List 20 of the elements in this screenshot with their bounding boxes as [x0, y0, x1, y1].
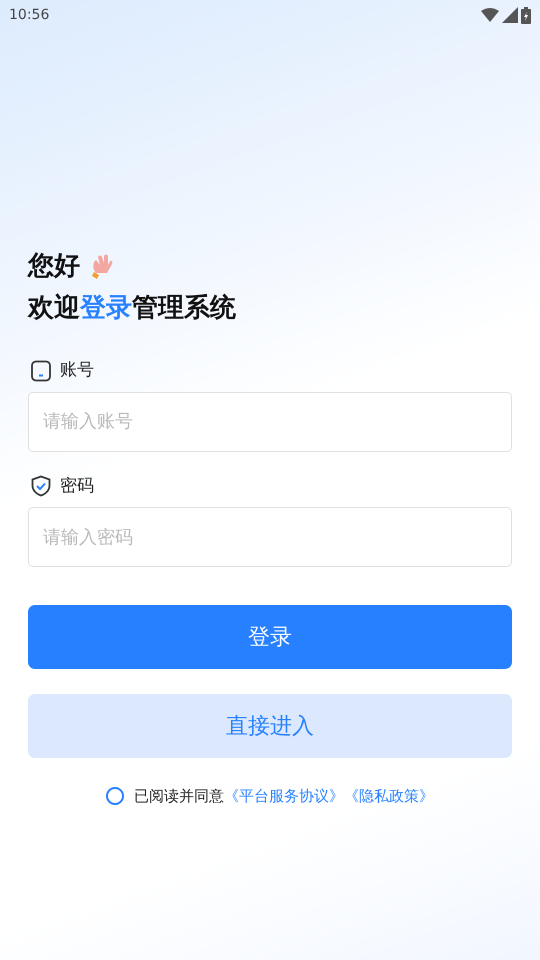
agreement-radio[interactable] — [106, 787, 124, 806]
login-button[interactable]: 登录 — [28, 605, 512, 669]
highlighted-title-text: 登录 — [80, 292, 132, 325]
shield-check-icon — [30, 475, 52, 498]
field-label: 密码 — [60, 474, 94, 498]
battery-icon — [521, 6, 531, 24]
account-field[interactable]: 请输入账号 — [28, 392, 512, 452]
password-field[interactable]: 请输入密码 — [28, 507, 512, 567]
signal-icon — [502, 7, 518, 23]
status-time: 10:56 — [9, 6, 50, 24]
wifi-icon — [481, 8, 499, 22]
direct-entry-button[interactable]: 直接进入 — [28, 694, 512, 758]
agreement-text: 已阅读并同意 — [134, 786, 224, 807]
agreement-link[interactable]: 《平台服务协议》 — [224, 785, 344, 808]
title-text: 管理系统 — [132, 292, 236, 325]
greeting-text: 您好 — [28, 250, 80, 283]
agreement-link[interactable]: 《隐私政策》 — [344, 785, 434, 808]
title-text: 欢迎 — [28, 292, 80, 325]
phone-icon — [30, 360, 52, 382]
field-label: 账号 — [60, 359, 94, 382]
